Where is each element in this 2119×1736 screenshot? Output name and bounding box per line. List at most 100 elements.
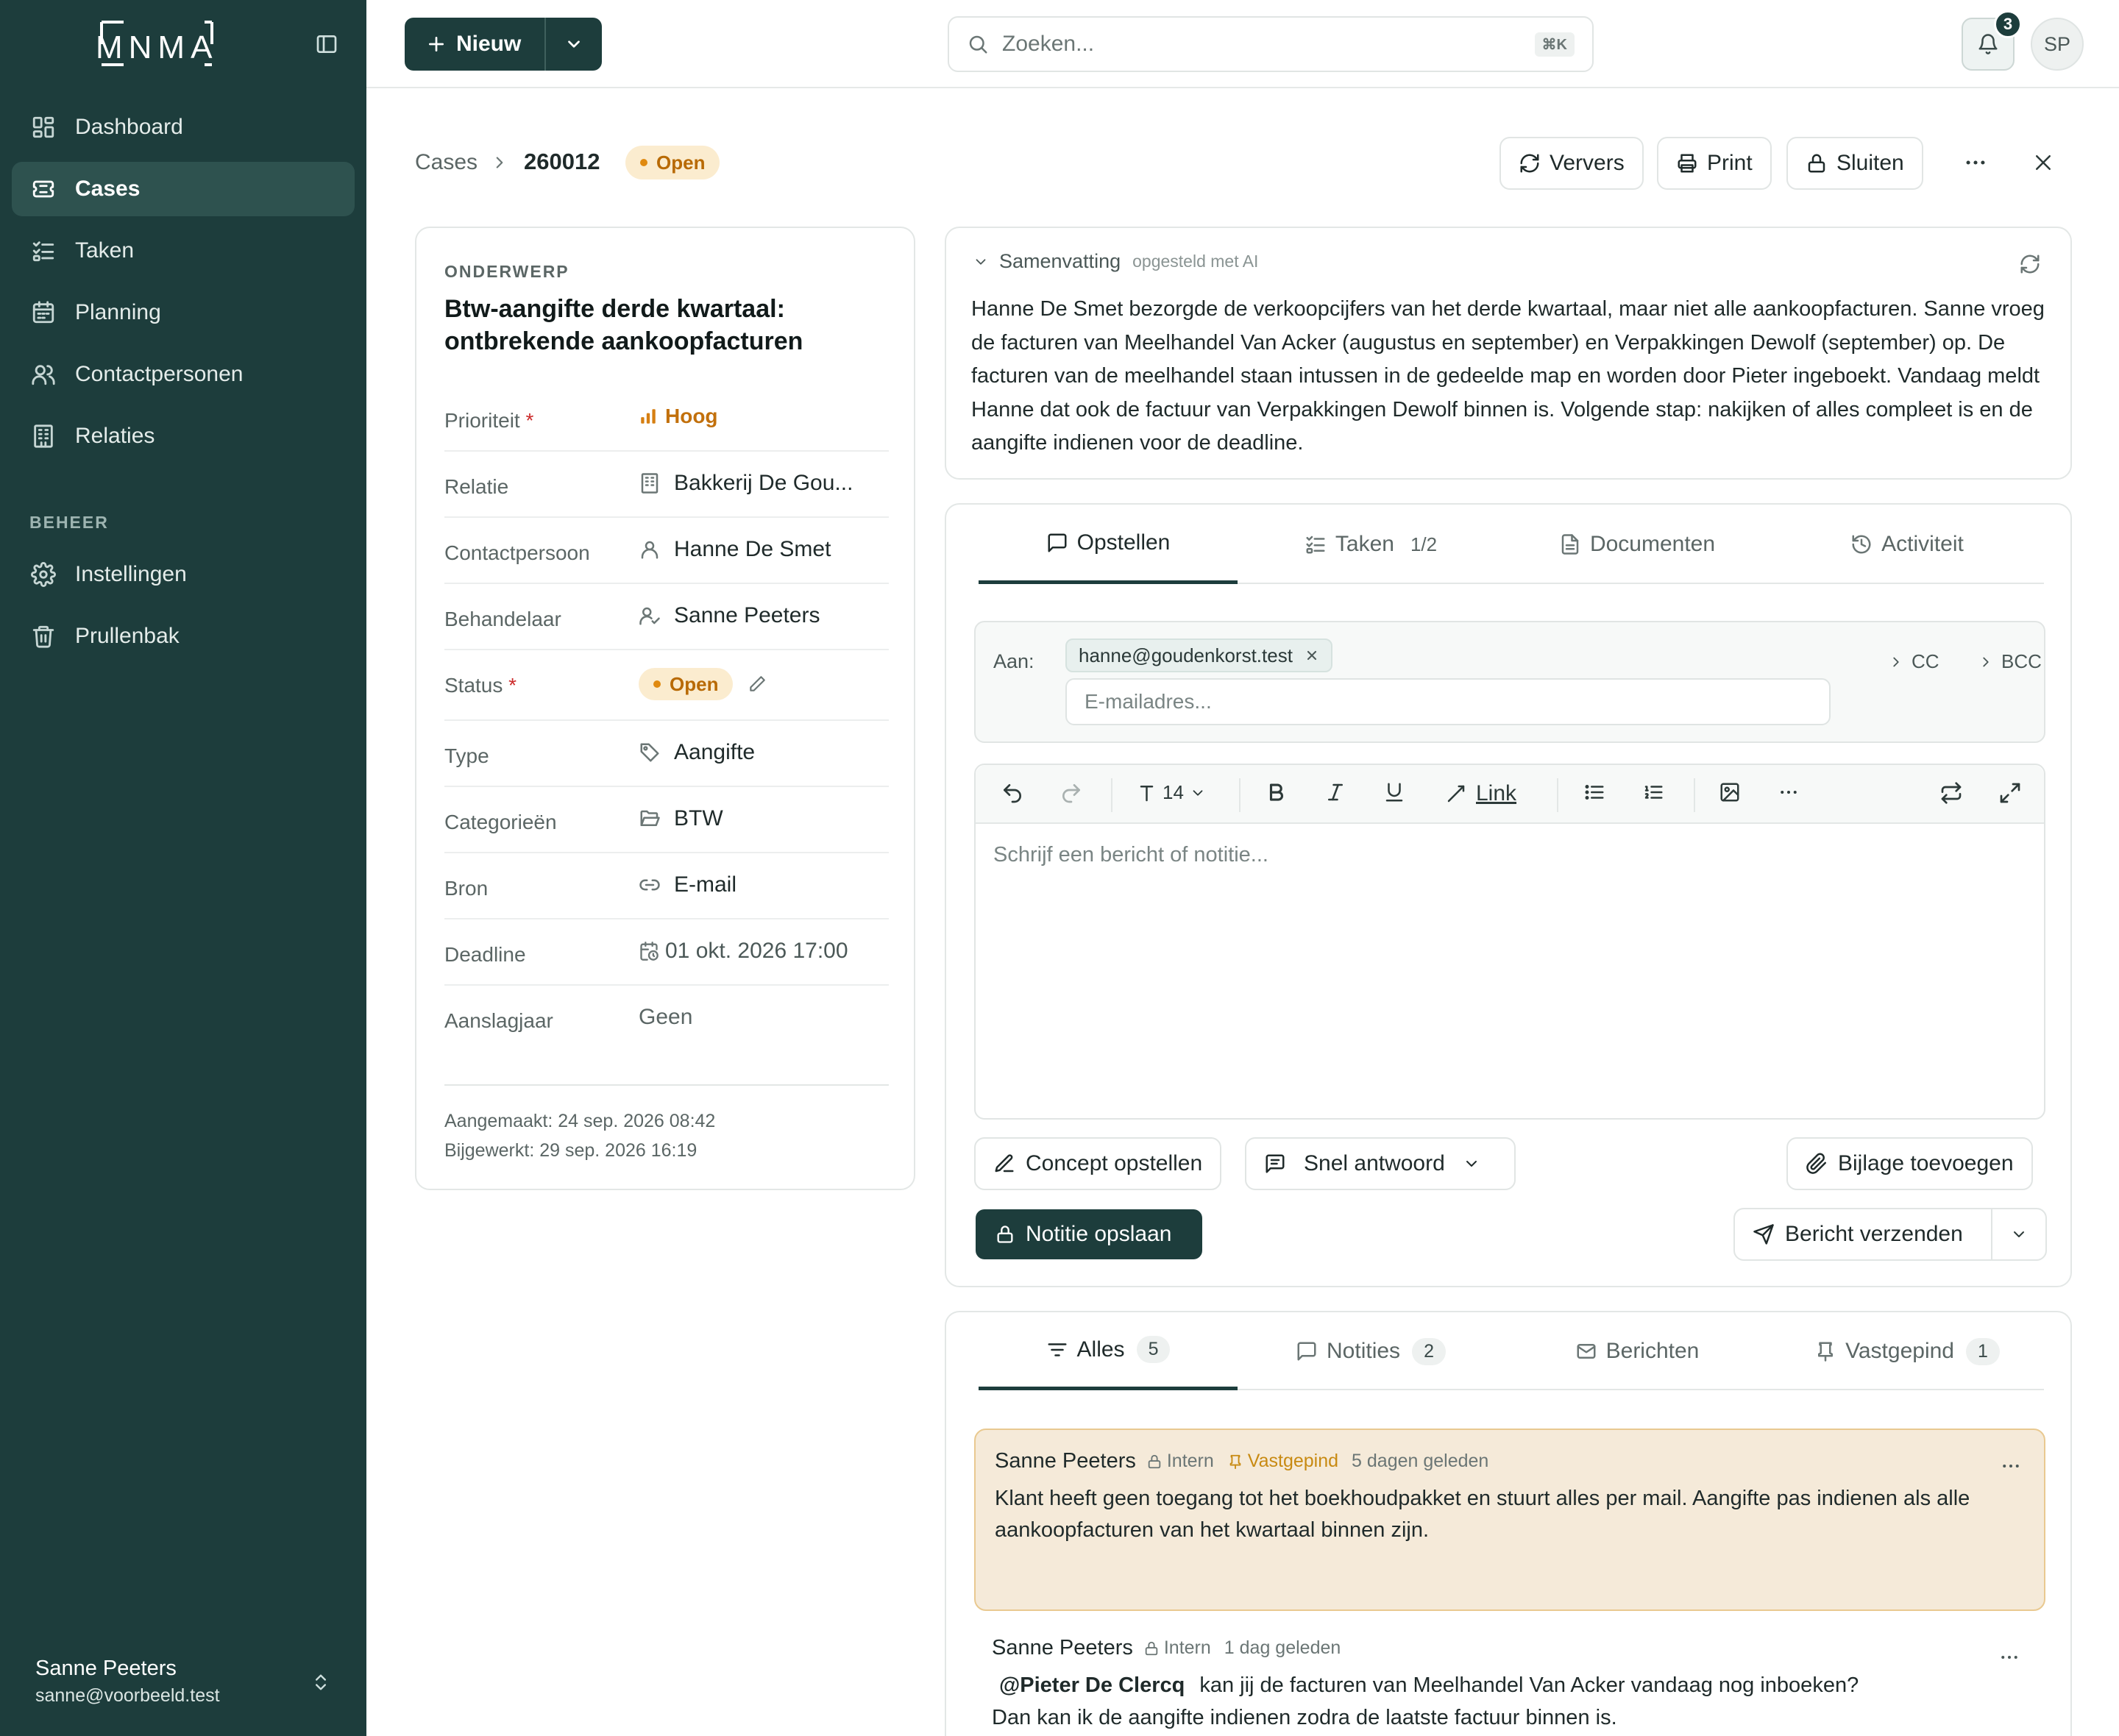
message-editor: 14 Link Schrijf een bericht of notitie..… (974, 764, 2045, 1120)
send-message-button[interactable]: Bericht verzenden (1735, 1209, 1993, 1259)
more-formatting-button[interactable] (1778, 781, 1800, 803)
tab-vastgepind[interactable]: Vastgepind 1 (1770, 1312, 2044, 1390)
sidebar-item-contactpersonen[interactable]: Contactpersonen (12, 347, 355, 402)
property-row-categories[interactable]: Categorieën BTW (444, 787, 889, 853)
timeline-entry[interactable]: Sanne Peeters Intern 1 dag geleden @Piet… (974, 1636, 2045, 1736)
type-value: Aangifte (674, 740, 756, 764)
property-row-relation[interactable]: Relatie Bakkerij De Gou... (444, 452, 889, 518)
toolbar-divider (1557, 778, 1558, 812)
property-label: Categorieën (444, 811, 557, 833)
attach-button[interactable]: Bijlage toevoegen (1786, 1137, 2033, 1190)
cc-label: CC (1912, 650, 1939, 672)
trash-icon (32, 625, 54, 648)
bold-button[interactable] (1266, 781, 1288, 803)
property-row-tax-year[interactable]: Aanslagjaar Geen (444, 986, 889, 1052)
paperclip-icon (1806, 1153, 1826, 1174)
pin-icon (1229, 1454, 1241, 1469)
summary-toggle[interactable]: Samenvatting opgesteld met AI (973, 250, 1258, 273)
property-row-deadline[interactable]: Deadline 01 okt. 2026 17:00 (444, 919, 889, 986)
category-value: BTW (674, 806, 723, 830)
property-row-type[interactable]: Type Aangifte (444, 721, 889, 787)
pin-icon (1818, 1342, 1834, 1362)
breadcrumb-cases[interactable]: Cases (415, 150, 478, 175)
tab-documenten[interactable]: Documenten (1504, 505, 1770, 584)
redo-button[interactable] (1060, 781, 1083, 805)
underline-button[interactable] (1383, 781, 1405, 803)
sidebar-item-prullenbak[interactable]: Prullenbak (12, 609, 355, 664)
app-logo[interactable]: MNMA (96, 18, 218, 69)
sidebar-item-instellingen[interactable]: Instellingen (12, 547, 355, 602)
timeline-tabs: Alles 5 Notities 2 Berichten Vastgepind … (979, 1312, 2044, 1390)
sidebar-item-taken[interactable]: Taken (12, 224, 355, 278)
numbered-list-button[interactable] (1642, 781, 1664, 803)
tab-activiteit[interactable]: Activiteit (1770, 505, 2044, 584)
regenerate-summary-button[interactable] (2019, 253, 2041, 275)
undo-button[interactable] (1001, 781, 1024, 805)
italic-button[interactable] (1324, 781, 1346, 803)
more-actions-button[interactable] (1963, 150, 1988, 175)
message-square-icon (1297, 1342, 1316, 1361)
cc-toggle[interactable]: CC (1888, 650, 1939, 673)
refresh-label: Ververs (1550, 151, 1625, 175)
new-dropdown-button[interactable] (546, 35, 602, 54)
mention[interactable]: @Pieter De Clercq (999, 1673, 1185, 1697)
send-options-button[interactable] (1992, 1225, 2045, 1243)
chevron-down-icon (1193, 789, 1203, 796)
close-case-button[interactable]: Sluiten (1786, 137, 1923, 190)
tab-berichten[interactable]: Berichten (1504, 1312, 1770, 1390)
sidebar-collapse-icon[interactable] (315, 32, 338, 56)
chevron-right-icon (1893, 657, 1899, 666)
new-button[interactable]: Nieuw (405, 18, 546, 71)
tab-taken[interactable]: Taken 1/2 (1238, 505, 1504, 584)
draft-button[interactable]: Concept opstellen (974, 1137, 1222, 1190)
link-button[interactable]: Link (1445, 781, 1516, 806)
remove-recipient-button[interactable] (1305, 648, 1319, 663)
refresh-button[interactable]: Ververs (1499, 137, 1644, 190)
avatar[interactable]: SP (2031, 18, 2084, 71)
sidebar-item-planning[interactable]: Planning (12, 285, 355, 340)
building-icon (34, 424, 53, 448)
status-badge: Open (639, 668, 734, 700)
property-value: Aangifte (639, 740, 755, 765)
insert-image-button[interactable] (1719, 781, 1741, 803)
contact-value: Hanne De Smet (674, 537, 831, 561)
print-button[interactable]: Print (1657, 137, 1772, 190)
underline-icon (1385, 783, 1403, 802)
font-size-select[interactable]: 14 (1137, 781, 1206, 804)
property-row-contact[interactable]: Contactpersoon Hanne De Smet (444, 518, 889, 584)
property-row-priority[interactable]: Prioriteit * Hoog (444, 385, 889, 452)
swap-button[interactable] (1939, 781, 1963, 805)
expand-editor-button[interactable] (1998, 781, 2022, 805)
email-address-input[interactable]: E-mailadres... (1065, 678, 1831, 725)
close-panel-button[interactable] (2032, 152, 2054, 174)
bcc-toggle[interactable]: BCC (1978, 650, 2042, 673)
tab-alles[interactable]: Alles 5 (979, 1312, 1238, 1390)
tab-label: Notities (1327, 1339, 1401, 1363)
search-input[interactable]: Zoeken... ⌘K (948, 16, 1594, 72)
property-label: Prioriteit * (444, 409, 533, 433)
sidebar-item-relaties[interactable]: Relaties (12, 409, 355, 463)
editor-placeholder[interactable]: Schrijf een bericht of notitie... (993, 843, 1268, 867)
user-menu-toggle[interactable] (310, 1670, 331, 1695)
bullet-list-button[interactable] (1583, 781, 1605, 803)
status-value: Open (670, 672, 719, 695)
chevrons-up-down-icon (316, 1674, 326, 1690)
tab-opstellen[interactable]: Opstellen (979, 505, 1238, 584)
property-row-source[interactable]: Bron E-mail (444, 853, 889, 919)
property-row-assignee[interactable]: Behandelaar Sanne Peeters (444, 584, 889, 650)
entry-more-button[interactable] (2000, 1455, 2022, 1477)
property-row-status[interactable]: Status * Open (444, 650, 889, 721)
bold-icon (1269, 783, 1283, 801)
history-icon (1852, 535, 1871, 554)
entry-more-button[interactable] (1998, 1646, 2020, 1668)
section-label-beheer: BEHEER (29, 513, 109, 532)
tab-notities[interactable]: Notities 2 (1238, 1312, 1504, 1390)
quick-reply-select[interactable]: Snel antwoord (1245, 1137, 1516, 1190)
sidebar-item-cases[interactable]: Cases (12, 162, 355, 216)
save-note-button[interactable]: Notitie opslaan (976, 1209, 1202, 1259)
property-label-text: Prioriteit (444, 409, 520, 432)
sidebar-item-dashboard[interactable]: Dashboard (12, 100, 355, 154)
pencil-icon[interactable] (748, 675, 767, 694)
logo-text: MNMA (96, 29, 219, 65)
timeline-entry-pinned[interactable]: Sanne Peeters Intern Vastgepind 5 dagen … (974, 1429, 2045, 1611)
